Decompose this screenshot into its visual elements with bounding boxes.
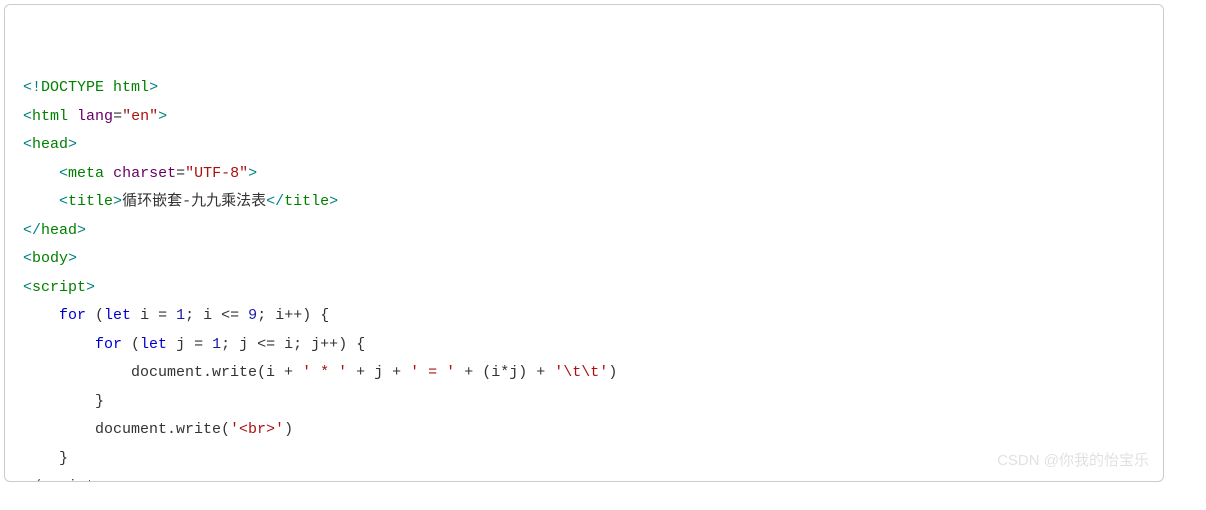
watermark: CSDN @你我的怡宝乐 [997,447,1149,476]
code-line: </head> [23,217,1145,246]
code-content: <!DOCTYPE html><html lang="en"><head> <m… [23,74,1145,482]
code-line: document.write('<br>') [23,416,1145,445]
code-line: <!DOCTYPE html> [23,74,1145,103]
code-line: <meta charset="UTF-8"> [23,160,1145,189]
code-line: <title>循环嵌套-九九乘法表</title> [23,188,1145,217]
code-line: <head> [23,131,1145,160]
code-line: } [23,445,1145,474]
code-line: <body> [23,245,1145,274]
code-line: } [23,388,1145,417]
code-block: <!DOCTYPE html><html lang="en"><head> <m… [4,4,1164,482]
code-line: for (let i = 1; i <= 9; i++) { [23,302,1145,331]
code-line: <html lang="en"> [23,103,1145,132]
code-line: for (let j = 1; j <= i; j++) { [23,331,1145,360]
code-line: </script> [23,473,1145,482]
code-line: document.write(i + ' * ' + j + ' = ' + (… [23,359,1145,388]
code-line: <script> [23,274,1145,303]
